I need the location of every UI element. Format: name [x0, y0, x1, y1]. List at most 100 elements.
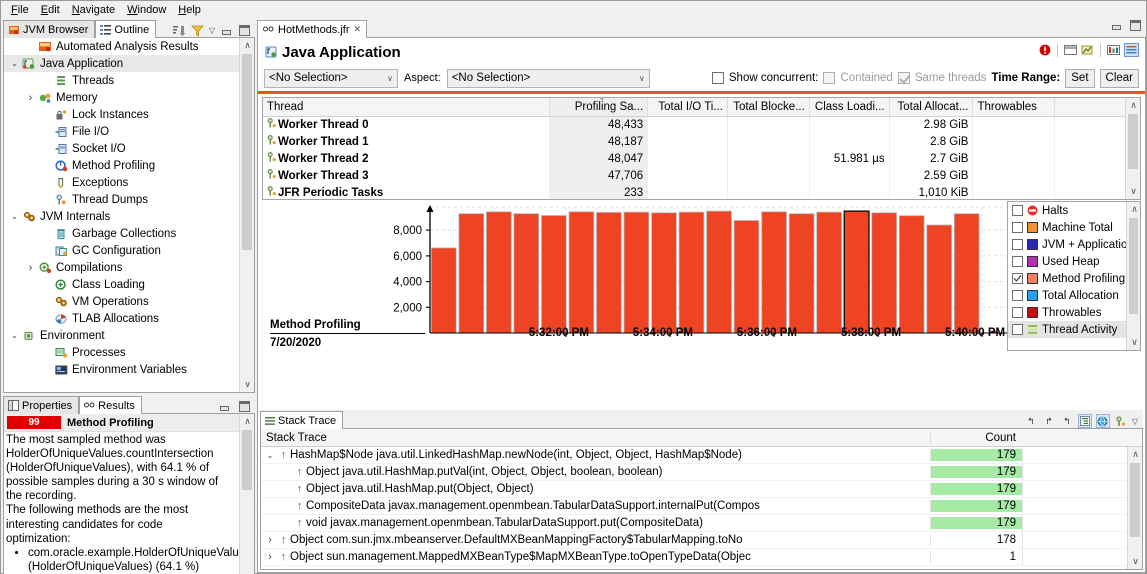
- menu-window[interactable]: Window: [121, 3, 172, 17]
- table-row[interactable]: Worker Thread 1 48,187 2.8 GiB: [263, 133, 1129, 150]
- tree-scrollbar[interactable]: ∧ ∨: [239, 38, 254, 392]
- tab-stack-trace[interactable]: Stack Trace: [260, 411, 344, 429]
- menu-navigate[interactable]: Navigate: [66, 3, 121, 17]
- legend-item-throwables[interactable]: Throwables: [1008, 304, 1140, 321]
- stack-trace-row[interactable]: ↑ void javax.management.openmbean.Tabular…: [261, 515, 1142, 532]
- tab-properties[interactable]: Properties: [3, 396, 80, 414]
- chart-bar[interactable]: [678, 211, 705, 334]
- legend-checkbox[interactable]: [1012, 273, 1023, 284]
- legend-checkbox[interactable]: [1012, 307, 1023, 318]
- threads-col-header[interactable]: Thread: [263, 98, 550, 117]
- tree-item-compilations[interactable]: › Compilations: [4, 259, 254, 276]
- chart-bar[interactable]: [568, 211, 595, 334]
- legend-checkbox[interactable]: [1012, 239, 1023, 250]
- chart-bar[interactable]: [898, 215, 925, 334]
- threads-col-header[interactable]: Profiling Sa...⌄: [549, 98, 649, 117]
- table-row[interactable]: Worker Thread 2 48,047 51.981 µs 2.7 GiB: [263, 150, 1129, 167]
- show-concurrent-checkbox[interactable]: [711, 72, 724, 84]
- panel-minimize-icon[interactable]: [220, 24, 233, 37]
- prev-frame-icon[interactable]: ↰: [1024, 414, 1038, 428]
- same-threads-checkbox[interactable]: [897, 72, 910, 84]
- chart-bar[interactable]: [788, 213, 815, 334]
- view-menu-icon[interactable]: ▽: [209, 26, 215, 35]
- legend-scrollbar[interactable]: ∧ ∨: [1126, 202, 1140, 350]
- chart-bar[interactable]: [816, 211, 842, 334]
- view-menu-icon[interactable]: ▽: [1132, 417, 1138, 426]
- tree-item-memory[interactable]: › Memory: [4, 89, 254, 106]
- tree-item-tlab-allocations[interactable]: TLAB Allocations: [4, 310, 254, 327]
- method-profiling-chart[interactable]: 2,000 4,000 6,000 8,000 Method Profiling 7/…: [262, 201, 1010, 353]
- threads-col-header[interactable]: [1054, 98, 1129, 117]
- close-icon[interactable]: ✕: [354, 24, 362, 35]
- legend-item-thread-activity[interactable]: Thread Activity: [1008, 321, 1140, 338]
- scroll-down-icon[interactable]: ∨: [1127, 335, 1140, 350]
- collapse-arrow-icon[interactable]: ⌄: [8, 59, 21, 68]
- time-range-clear-button[interactable]: Clear: [1099, 68, 1139, 88]
- chart-bar[interactable]: [926, 224, 952, 334]
- panel-minimize-icon[interactable]: [218, 400, 231, 413]
- tree-item-socket-i-o[interactable]: Socket I/O: [4, 140, 254, 157]
- threads-scroll-thumb[interactable]: [1128, 114, 1138, 169]
- threads-col-header[interactable]: Class Loadi...: [809, 98, 890, 117]
- list-toggle-icon[interactable]: [1124, 43, 1139, 57]
- flame-view-icon[interactable]: [1081, 44, 1094, 56]
- chart-bar[interactable]: [485, 211, 512, 334]
- chart-bar[interactable]: [651, 212, 677, 334]
- error-indicator-icon[interactable]: [1039, 44, 1051, 56]
- chart-bar[interactable]: [733, 220, 760, 334]
- legend-scroll-thumb[interactable]: [1129, 218, 1138, 314]
- tab-results[interactable]: Results: [79, 396, 142, 414]
- tab-outline[interactable]: Outline: [95, 20, 157, 38]
- outline-tree[interactable]: Automated Analysis Results ⌄ Java Applicat…: [3, 38, 255, 393]
- expand-arrow-icon[interactable]: ›: [24, 92, 37, 104]
- tree-view-icon[interactable]: [1077, 414, 1092, 428]
- scroll-up-icon[interactable]: ∧: [240, 414, 254, 429]
- chart-bar[interactable]: [953, 213, 980, 334]
- next-frame-icon[interactable]: ↱: [1042, 414, 1056, 428]
- chart-toggle-icon[interactable]: [1107, 44, 1120, 56]
- tree-item-method-profiling[interactable]: Method Profiling: [4, 157, 254, 174]
- stack-trace-row[interactable]: › ↑ Object com.sun.jmx.mbeanserver.Default…: [261, 532, 1142, 549]
- results-scrollbar[interactable]: ∧ ∨: [239, 414, 254, 574]
- tab-jvm-browser[interactable]: JVM Browser: [3, 20, 96, 38]
- chart-bar[interactable]: [541, 215, 567, 334]
- table-row[interactable]: Worker Thread 0 48,433 2.98 GiB: [263, 116, 1129, 133]
- collapse-arrow-icon[interactable]: ⌄: [8, 331, 21, 340]
- stack-trace-row[interactable]: › ↑ Object sun.management.MappedMXBeanType…: [261, 549, 1142, 566]
- legend-item-total-allocation[interactable]: Total Allocation: [1008, 287, 1140, 304]
- collapse-arrow-icon[interactable]: ⌄: [263, 451, 277, 460]
- threads-table-container[interactable]: Thread Profiling Sa...⌄ Total I/O Ti... Tot…: [262, 97, 1141, 200]
- menu-file[interactable]: File: [5, 3, 35, 17]
- tree-item-processes[interactable]: Processes: [4, 344, 254, 361]
- scroll-up-icon[interactable]: ∧: [240, 38, 254, 53]
- expand-arrow-icon[interactable]: ›: [263, 534, 277, 546]
- chart-bar[interactable]: [513, 213, 540, 334]
- tree-item-environment[interactable]: ⌄ Environment: [4, 327, 254, 344]
- legend-item-used-heap[interactable]: Used Heap: [1008, 253, 1140, 270]
- contained-checkbox[interactable]: [823, 72, 836, 84]
- expand-arrow-icon[interactable]: ›: [24, 262, 37, 274]
- panel-maximize-icon[interactable]: [238, 24, 251, 37]
- tree-scroll-thumb[interactable]: [242, 54, 252, 250]
- stack-trace-row[interactable]: ↑ Object java.util.HashMap.putVal(int, Ob…: [261, 464, 1142, 481]
- tree-item-environment-variables[interactable]: Environment Variables: [4, 361, 254, 378]
- menu-edit[interactable]: Edit: [35, 3, 66, 17]
- scroll-down-icon[interactable]: ∨: [1128, 554, 1142, 569]
- tree-item-automated-analysis-results[interactable]: Automated Analysis Results: [4, 38, 254, 55]
- tree-item-file-i-o[interactable]: File I/O: [4, 123, 254, 140]
- legend-checkbox[interactable]: [1012, 222, 1023, 233]
- stack-trace-row[interactable]: ↑ CompositeData javax.management.openmbea…: [261, 498, 1142, 515]
- scroll-down-icon[interactable]: ∨: [240, 377, 254, 392]
- collapse-arrow-icon[interactable]: ⌄: [8, 212, 21, 221]
- scroll-down-icon[interactable]: ∨: [1126, 184, 1140, 199]
- legend-item-jvm-application[interactable]: JVM + Application: [1008, 236, 1140, 253]
- tree-item-thread-dumps[interactable]: Thread Dumps: [4, 191, 254, 208]
- legend-checkbox[interactable]: [1012, 324, 1023, 335]
- tree-item-vm-operations[interactable]: VM Operations: [4, 293, 254, 310]
- legend-item-halts[interactable]: Halts: [1008, 202, 1140, 219]
- tree-item-exceptions[interactable]: Exceptions: [4, 174, 254, 191]
- thread-icon[interactable]: [1114, 414, 1128, 428]
- time-range-set-button[interactable]: Set: [1065, 68, 1095, 88]
- tree-item-jvm-internals[interactable]: ⌄ JVM Internals: [4, 208, 254, 225]
- globe-icon[interactable]: [1095, 414, 1110, 428]
